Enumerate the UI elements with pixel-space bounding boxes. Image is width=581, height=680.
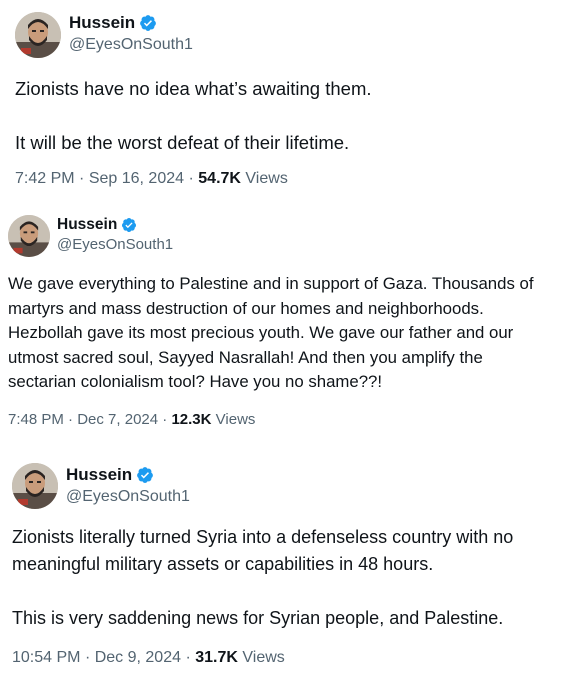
avatar[interactable] [15, 12, 61, 58]
author-name-row: Hussein [69, 12, 157, 34]
tweet-time[interactable]: 10:54 PM [12, 649, 80, 666]
tweet-text-line [15, 102, 372, 129]
tweet-text-line: It will be the worst defeat of their lif… [15, 132, 350, 153]
avatar[interactable] [8, 215, 50, 257]
avatar[interactable] [12, 463, 58, 509]
meta-separator: · [68, 411, 74, 428]
views-count[interactable]: 31.7K [195, 649, 238, 666]
display-name[interactable]: Hussein [66, 465, 132, 485]
views-count[interactable]: 54.7K [198, 170, 241, 187]
tweet-date[interactable]: Dec 7, 2024 [77, 411, 158, 428]
meta-separator: · [162, 411, 168, 428]
author-handle[interactable]: @EyesOnSouth1 [66, 488, 190, 506]
author-handle[interactable]: @EyesOnSouth1 [57, 236, 173, 253]
tweet-text-line: martyrs and mass destruction of our home… [8, 298, 484, 318]
tweet-body: Zionists have no idea what’s awaiting th… [15, 75, 372, 156]
tweet-body: We gave everything to Palestine and in s… [8, 272, 534, 395]
views-label: Views [242, 649, 285, 666]
avatar-image [15, 12, 61, 58]
tweet-text-line: Zionists literally turned Syria into a d… [12, 527, 514, 547]
tweet-text-line: meaningful military assets or capabiliti… [12, 554, 434, 574]
tweet-date[interactable]: Dec 9, 2024 [95, 649, 181, 666]
avatar-image [8, 215, 50, 257]
tweet-date[interactable]: Sep 16, 2024 [89, 170, 184, 187]
tweet-2: Hussein @EyesOnSouth1 We gave everything… [0, 200, 581, 450]
tweet-body: Zionists literally turned Syria into a d… [12, 524, 513, 632]
tweet-text-line [12, 578, 513, 605]
author-name-row: Hussein [57, 215, 137, 235]
author-handle[interactable]: @EyesOnSouth1 [69, 36, 193, 54]
views-count[interactable]: 12.3K [171, 411, 211, 428]
tweet-meta: 10:54 PM · Dec 9, 2024 · 31.7K Views [12, 649, 285, 667]
verified-badge-icon [136, 466, 154, 484]
meta-separator: · [185, 649, 191, 666]
display-name[interactable]: Hussein [69, 13, 135, 33]
tweet-text-line: This is very saddening news for Syrian p… [12, 608, 504, 628]
verified-badge-icon [139, 14, 157, 32]
tweet-text-line: Zionists have no idea what’s awaiting th… [15, 78, 372, 99]
tweet-3: Hussein @EyesOnSouth1 Zionists literally… [0, 450, 581, 680]
tweet-time[interactable]: 7:42 PM [15, 170, 75, 187]
meta-separator: · [188, 170, 194, 187]
author-name-row: Hussein [66, 464, 154, 486]
tweet-time[interactable]: 7:48 PM [8, 411, 64, 428]
meta-separator: · [79, 170, 85, 187]
display-name[interactable]: Hussein [57, 216, 117, 234]
tweet-meta: 7:42 PM · Sep 16, 2024 · 54.7K Views [15, 170, 288, 188]
avatar-image [12, 463, 58, 509]
views-label: Views [245, 170, 288, 187]
tweet-text-line: utmost sacred soul, Sayyed Nasrallah! An… [8, 347, 483, 367]
views-label: Views [215, 411, 256, 428]
tweet-meta: 7:48 PM · Dec 7, 2024 · 12.3K Views [8, 411, 255, 428]
tweet-text-line: We gave everything to Palestine and in s… [8, 274, 534, 293]
tweet-text-line: Hezbollah gave its most precious youth. … [8, 323, 514, 342]
tweet-1: Hussein @EyesOnSouth1 Zionists have no i… [0, 0, 581, 200]
tweet-text-line: sectarian colonialism tool? Have you no … [8, 372, 383, 391]
verified-badge-icon [121, 217, 137, 233]
meta-separator: · [84, 649, 91, 666]
